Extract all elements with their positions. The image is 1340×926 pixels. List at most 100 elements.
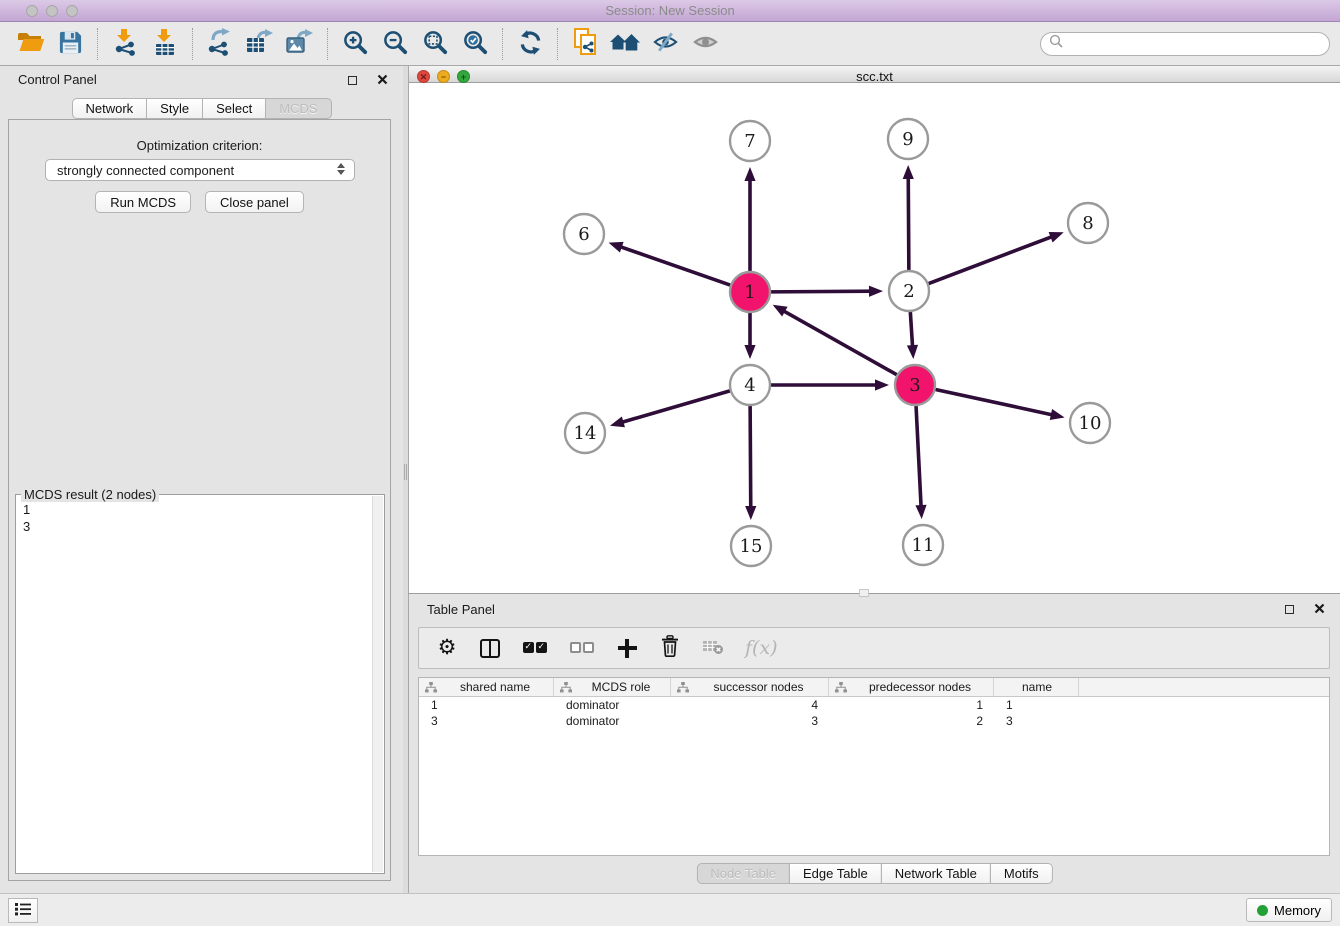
- toolbar-separator: [97, 28, 98, 60]
- graph-edge-2-3[interactable]: [910, 312, 912, 350]
- graph-edge-1-6[interactable]: [617, 246, 730, 286]
- run-mcds-button[interactable]: Run MCDS: [95, 191, 191, 213]
- graph-edge-arrowhead: [609, 242, 624, 253]
- column-header-name[interactable]: name: [994, 678, 1079, 696]
- cell-shared-name: 3: [419, 713, 554, 729]
- home-layout-button[interactable]: [605, 24, 645, 64]
- import-network-button[interactable]: [105, 24, 145, 64]
- cell-successor-nodes: 3: [671, 713, 829, 729]
- close-table-panel-button[interactable]: [1308, 602, 1330, 617]
- graph-edge-2-9[interactable]: [908, 174, 909, 270]
- open-folder-icon: [15, 30, 45, 57]
- float-table-panel-button[interactable]: [1278, 605, 1300, 614]
- export-network-button[interactable]: [200, 24, 240, 64]
- delete-table-icon: [702, 638, 724, 659]
- tab-network[interactable]: Network: [71, 98, 147, 119]
- graph-edge-4-14[interactable]: [619, 391, 730, 423]
- columns-icon: [480, 639, 500, 658]
- graph-edge-2-8[interactable]: [929, 235, 1056, 283]
- graph-edge-arrowhead: [875, 379, 889, 390]
- zoom-fit-button[interactable]: [415, 24, 455, 64]
- close-icon: [377, 73, 388, 88]
- tab-style[interactable]: Style: [146, 98, 203, 119]
- export-image-button[interactable]: [280, 24, 320, 64]
- show-graphics-details-button[interactable]: [685, 24, 725, 64]
- eye-slash-icon: [652, 29, 679, 58]
- graph-edge-arrowhead: [907, 345, 918, 359]
- toolbar-separator: [557, 28, 558, 60]
- deselect-all-columns-button[interactable]: [569, 633, 595, 663]
- duplicate-network-button[interactable]: [565, 24, 605, 64]
- table-row[interactable]: 3 dominator 3 2 3: [419, 713, 1329, 729]
- window-title: Session: New Session: [0, 3, 1340, 18]
- import-table-button[interactable]: [145, 24, 185, 64]
- graph-edge-1-2[interactable]: [771, 291, 874, 292]
- cell-mcds-role: dominator: [554, 713, 671, 729]
- graph-edge-arrowhead: [903, 165, 914, 179]
- close-panel-button-mcds[interactable]: Close panel: [205, 191, 304, 213]
- column-header-shared-name[interactable]: shared name: [419, 678, 554, 696]
- save-floppy-icon: [58, 30, 83, 58]
- column-header-mcds-role[interactable]: MCDS role: [554, 678, 671, 696]
- save-session-button[interactable]: [50, 24, 90, 64]
- search-input[interactable]: [1067, 36, 1321, 51]
- horizontal-splitter-grip[interactable]: [859, 589, 869, 597]
- memory-label: Memory: [1274, 903, 1321, 918]
- add-column-button[interactable]: [616, 633, 638, 663]
- cell-shared-name: 1: [419, 697, 554, 713]
- zoom-out-button[interactable]: [375, 24, 415, 64]
- refresh-button[interactable]: [510, 24, 550, 64]
- zoom-in-button[interactable]: [335, 24, 375, 64]
- graph-node-label: 10: [1079, 413, 1102, 434]
- graph-edge-4-15[interactable]: [750, 406, 751, 511]
- memory-button[interactable]: Memory: [1246, 898, 1332, 922]
- select-all-columns-button[interactable]: [522, 633, 548, 663]
- cell-predecessor-nodes: 1: [829, 697, 994, 713]
- hide-graphics-details-button[interactable]: [645, 24, 685, 64]
- graph-edge-3-1[interactable]: [780, 309, 896, 375]
- column-header-successor-nodes[interactable]: successor nodes: [671, 678, 829, 696]
- tab-select[interactable]: Select: [202, 98, 266, 119]
- delete-table-button[interactable]: [702, 633, 724, 663]
- graph-edge-3-11[interactable]: [916, 406, 921, 510]
- graph-node-label: 14: [574, 423, 597, 444]
- status-bar: Memory: [0, 893, 1340, 926]
- import-network-icon: [111, 28, 139, 59]
- graph-node-label: 9: [902, 129, 913, 150]
- mcds-panel: Optimization criterion: strongly connect…: [8, 119, 391, 881]
- eye-icon: [692, 29, 719, 58]
- export-table-button[interactable]: [240, 24, 280, 64]
- task-history-button[interactable]: [8, 898, 38, 923]
- network-canvas[interactable]: 1234678910111415: [409, 83, 1340, 593]
- zoom-fit-icon: [422, 29, 449, 59]
- graph-node-label: 3: [909, 375, 920, 396]
- close-panel-button[interactable]: [371, 73, 393, 88]
- column-header-predecessor-nodes[interactable]: predecessor nodes: [829, 678, 994, 696]
- tab-edge-table[interactable]: Edge Table: [789, 863, 882, 884]
- float-panel-button[interactable]: [341, 76, 363, 85]
- open-session-button[interactable]: [10, 24, 50, 64]
- unchecked-boxes-icon: [569, 641, 595, 656]
- show-columns-button[interactable]: [479, 633, 501, 663]
- tab-mcds[interactable]: MCDS: [265, 98, 331, 119]
- control-panel: Control Panel Network Style Select MCDS …: [0, 66, 403, 893]
- zoom-selected-button[interactable]: [455, 24, 495, 64]
- graph-edge-3-10[interactable]: [936, 389, 1056, 415]
- result-scrollbar[interactable]: [372, 496, 383, 872]
- tab-motifs[interactable]: Motifs: [990, 863, 1053, 884]
- float-icon: [1285, 605, 1294, 614]
- graph-node-label: 4: [744, 375, 755, 396]
- graph-edge-arrowhead: [1050, 409, 1065, 420]
- delete-column-button[interactable]: [659, 633, 681, 663]
- table-row[interactable]: 1 dominator 4 1 1: [419, 697, 1329, 713]
- table-settings-button[interactable]: ⚙: [436, 633, 458, 663]
- graph-edge-arrowhead: [610, 416, 625, 427]
- network-graph: 1234678910111415: [409, 83, 1340, 588]
- function-builder-button[interactable]: f(x): [745, 633, 778, 663]
- graph-node-label: 11: [912, 535, 935, 556]
- window-titlebar: Session: New Session: [0, 0, 1340, 22]
- criterion-select[interactable]: strongly connected component: [45, 159, 355, 181]
- tab-network-table[interactable]: Network Table: [881, 863, 991, 884]
- tab-node-table[interactable]: Node Table: [696, 863, 790, 884]
- function-icon: f(x): [745, 637, 778, 659]
